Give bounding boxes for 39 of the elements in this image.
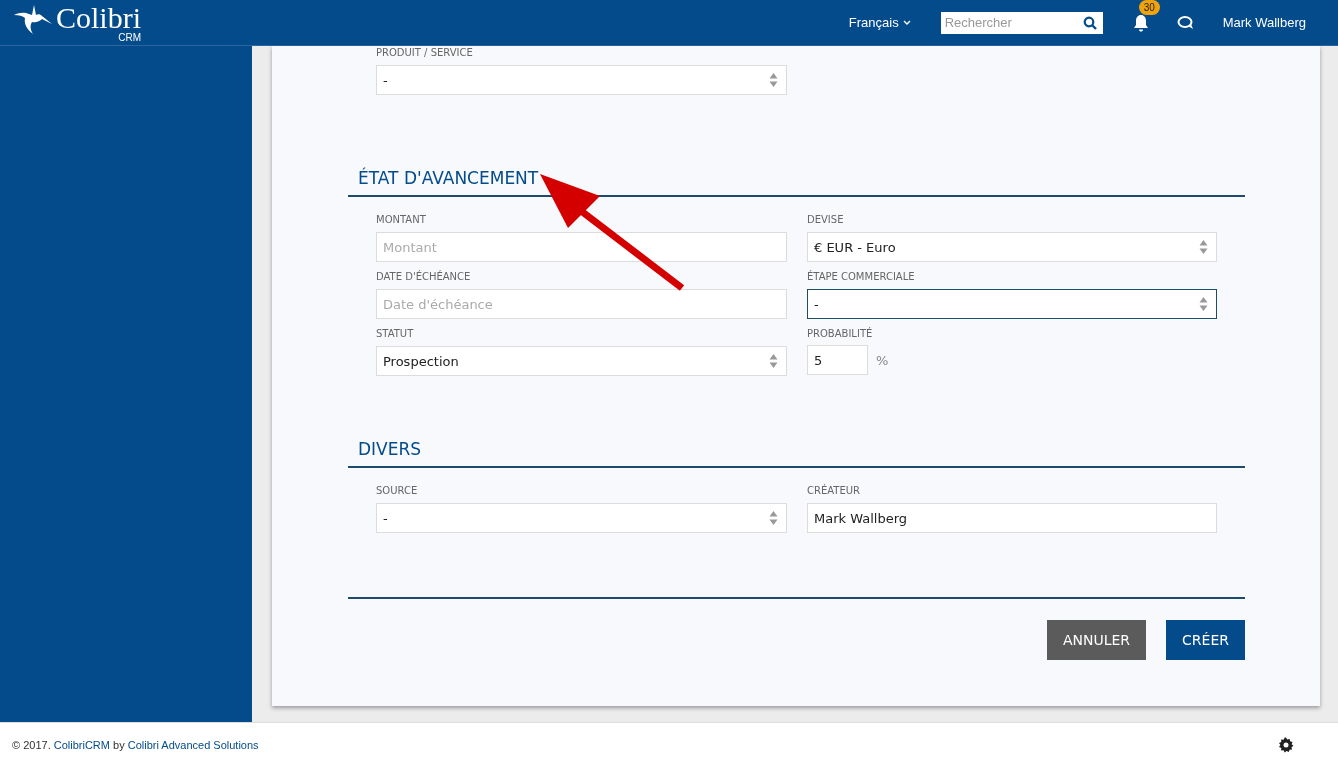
percent-suffix: %	[876, 352, 889, 368]
user-name[interactable]: Mark Wallberg	[1222, 15, 1306, 30]
field-label: MONTANT	[376, 213, 427, 227]
field-label: PRODUIT / SERVICE	[376, 46, 474, 60]
spinner-arrows-icon	[769, 72, 778, 88]
field-label: PROBABILITÉ	[807, 327, 874, 341]
select-field[interactable]: € EUR - Euro	[807, 232, 1217, 262]
select-field[interactable]: -	[376, 503, 787, 533]
section-title: ÉTAT D'AVANCEMENT	[357, 167, 540, 189]
field-label: DATE D'ÉCHÉANCE	[376, 270, 472, 284]
copyright-text: © 2017. ColibriCRM by Colibri Advanced Solutions	[12, 738, 259, 751]
field-label: DEVISE	[807, 213, 845, 227]
spinner-arrows-icon	[1199, 296, 1208, 312]
field-label: STATUT	[376, 327, 415, 341]
select-field[interactable]: -	[376, 65, 787, 95]
input-field[interactable]: 5	[807, 345, 868, 375]
logo-subtitle: CRM	[118, 32, 141, 43]
section-title: DIVERS	[357, 438, 423, 460]
search-icon[interactable]	[1082, 15, 1097, 30]
bell-icon[interactable]	[1132, 13, 1149, 32]
footer-link[interactable]: ColibriCRM	[53, 738, 110, 751]
spinner-arrows-icon	[769, 510, 778, 526]
input-field[interactable]: Mark Wallberg	[807, 503, 1217, 533]
create-button[interactable]: CRÉER	[1166, 620, 1245, 660]
spinner-arrows-icon	[1199, 239, 1208, 255]
select-field[interactable]: Prospection	[376, 346, 787, 376]
select-field[interactable]: -	[807, 289, 1217, 319]
settings-icon[interactable]	[1278, 736, 1294, 753]
footer-link[interactable]: Colibri Advanced Solutions	[127, 738, 259, 751]
logo-wordmark: Colibri	[56, 2, 141, 33]
cancel-button[interactable]: ANNULER	[1046, 620, 1147, 660]
field-label: CRÉATEUR	[807, 484, 861, 498]
field-label: SOURCE	[376, 484, 419, 498]
field-label: ÉTAPE COMMERCIALE	[807, 270, 916, 284]
spinner-arrows-icon	[769, 353, 778, 369]
language-menu[interactable]: Français	[848, 15, 911, 30]
chat-bubbles-icon[interactable]	[1176, 14, 1195, 31]
chevron-down-icon	[902, 20, 911, 25]
notification-badge: 30	[1138, 0, 1160, 15]
